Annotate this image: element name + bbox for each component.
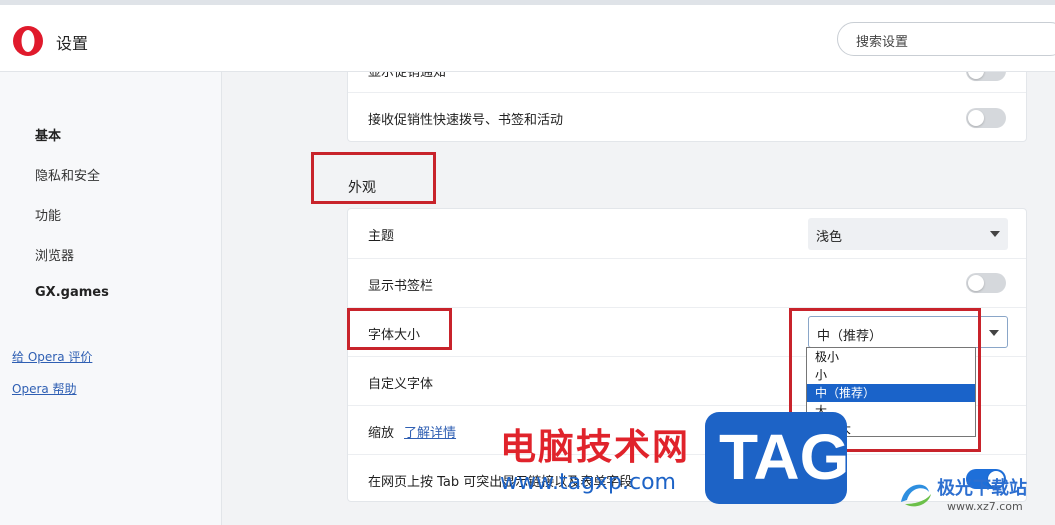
sidebar-item-gxgames[interactable]: GX.games <box>35 285 109 300</box>
settings-sidebar: 基本 隐私和安全 功能 浏览器 GX.games 给 Opera 评价 Oper… <box>0 72 222 525</box>
bookmarks-bar-toggle[interactable] <box>966 273 1006 293</box>
promo-speeddials-toggle[interactable] <box>966 108 1006 128</box>
zoom-label-group: 缩放 了解详情 <box>368 422 456 441</box>
watermark-cn-text: 电脑技术网 <box>500 427 691 468</box>
watermark-site2: 极光下载站 www.xz7.com <box>895 470 1055 522</box>
watermark-tag-badge: TAG <box>705 412 850 504</box>
bookmarks-bar-label: 显示书签栏 <box>368 279 434 294</box>
page-title: 设置 <box>56 34 89 53</box>
chevron-down-icon <box>990 231 1000 237</box>
watermark-site2-text: 极光下载站 <box>937 478 1027 499</box>
zoom-learn-more-link[interactable]: 了解详情 <box>404 426 456 441</box>
highlight-box-font-size <box>347 308 452 350</box>
search-placeholder: 搜索设置 <box>856 35 909 50</box>
sidebar-item-basic[interactable]: 基本 <box>35 125 61 144</box>
opera-logo-icon <box>13 26 43 56</box>
search-box[interactable]: 搜索设置 <box>837 22 1055 56</box>
watermark-site2-url: www.xz7.com <box>947 500 1023 513</box>
theme-select-value: 浅色 <box>816 230 843 245</box>
watermark-tag-text: TAG <box>719 421 850 493</box>
watermark-url-text: www.tagxp.com <box>500 470 676 495</box>
zoom-label: 缩放 <box>368 426 395 441</box>
opera-help-link[interactable]: Opera 帮助 <box>12 380 77 397</box>
sidebar-item-features[interactable]: 功能 <box>35 205 61 224</box>
chevron-down-icon <box>989 330 999 336</box>
highlight-box-appearance <box>311 152 436 204</box>
bookmarks-bar-row: 显示书签栏 <box>348 258 1026 307</box>
theme-select[interactable]: 浅色 <box>808 218 1008 250</box>
promo-speeddials-row: 接收促销性快速拨号、书签和活动 <box>348 92 1026 141</box>
promo-speeddials-label: 接收促销性快速拨号、书签和活动 <box>368 113 564 128</box>
theme-label: 主题 <box>368 229 395 244</box>
sidebar-item-privacy[interactable]: 隐私和安全 <box>35 165 100 184</box>
custom-font-label: 自定义字体 <box>368 377 434 392</box>
watermark-swirl-icon <box>901 484 931 507</box>
theme-row: 主题 浅色 <box>348 209 1026 258</box>
rate-opera-link[interactable]: 给 Opera 评价 <box>12 348 92 365</box>
sidebar-item-browser[interactable]: 浏览器 <box>35 245 74 264</box>
